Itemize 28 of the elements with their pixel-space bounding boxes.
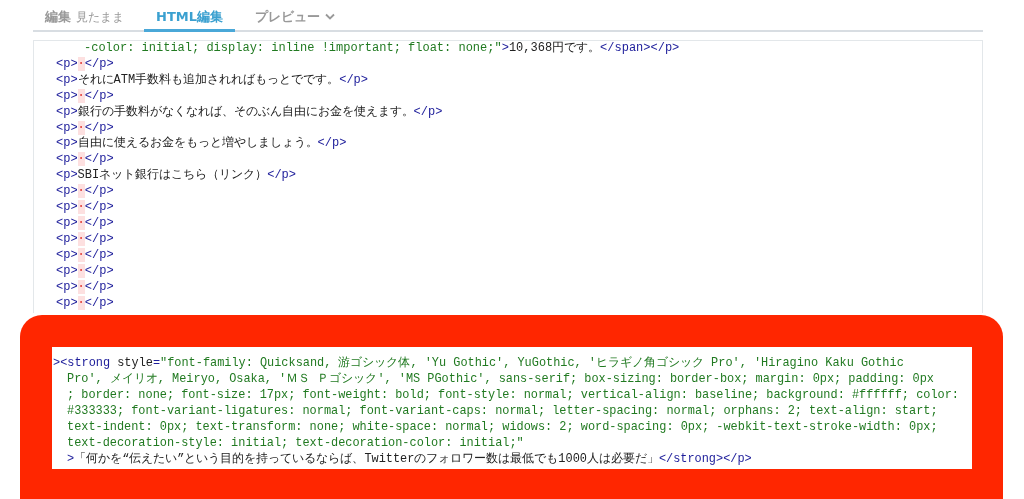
code-line: <p>·</p> — [56, 295, 115, 312]
code-line: >「何かを“伝えたい”という目的を持っているならば、Twitterのフォロワー数は最低でも1000人は必要だ」</strong></p> — [66, 451, 753, 467]
code-line: <p>·</p> — [56, 88, 115, 105]
code-line: <p>·</p> — [56, 56, 115, 73]
code-line: <p>SBIネット銀行はこちら（リンク）</p> — [56, 168, 298, 185]
code-line: <p>·</p> — [56, 279, 115, 296]
code-line: <p>·</p> — [56, 120, 115, 136]
code-line: -color: initial; display: inline !important; float: none;">10,368円です。</span></p> — [83, 41, 681, 57]
code-line: <p>·</p> — [56, 184, 115, 201]
code-line: ><strong style="font-family: Quicksand, 游ゴシック体, 'Yu Gothic', YuGothic, 'ヒラギノ角ゴシック Pro', 'Hiragino Kaku Gothic — [53, 355, 905, 371]
code-line: <p>·</p> — [56, 247, 115, 264]
code-line: text-indent: 0px; text-transform: none; white-space: normal; widows: 2; word-spacing: 0px; -webkit-text-stroke-width: 0px; — [66, 419, 939, 435]
code-line: <p>·</p> — [56, 263, 115, 280]
code-line: <p>·</p> — [56, 200, 115, 216]
tab[interactable]: プレビュー — [242, 0, 347, 32]
code-line: text-decoration-style: initial; text-decoration-color: initial;" — [66, 435, 525, 451]
code-line: ; border: none; font-size: 17px; font-weight: bold; font-style: normal; vertical-align: baseline; background: #ffffff; color: — [66, 387, 960, 403]
code-line: <p>自由に使えるお金をもっと増やしましょう。</p> — [56, 136, 348, 153]
tab[interactable]: HTML編集 — [144, 0, 235, 32]
code-line: Pro', メイリオ, Meiryo, Osaka, 'ＭＳ Ｐゴシック', 'MS PGothic', sans-serif; box-sizing: border-box; margin: 0px; padding: 0px — [66, 371, 935, 387]
code-line: <p>銀行の手数料がなくなれば、そのぶん自由にお金を使えます。</p> — [56, 104, 444, 121]
code-line: <p>それにATM手数料も追加されればもっとでです。</p> — [56, 72, 370, 89]
tab[interactable]: 編集 見たまま — [33, 0, 136, 32]
code-line: #333333; font-variant-ligatures: normal; font-variant-caps: normal; letter-spacing: normal; orphans: 2; text-align: start; — [66, 403, 939, 419]
code-line: <p>·</p> — [56, 215, 115, 232]
code-line: <p>·</p> — [56, 231, 115, 248]
code-editor[interactable] — [33, 40, 983, 313]
code-line: <p>·</p> — [56, 152, 115, 169]
